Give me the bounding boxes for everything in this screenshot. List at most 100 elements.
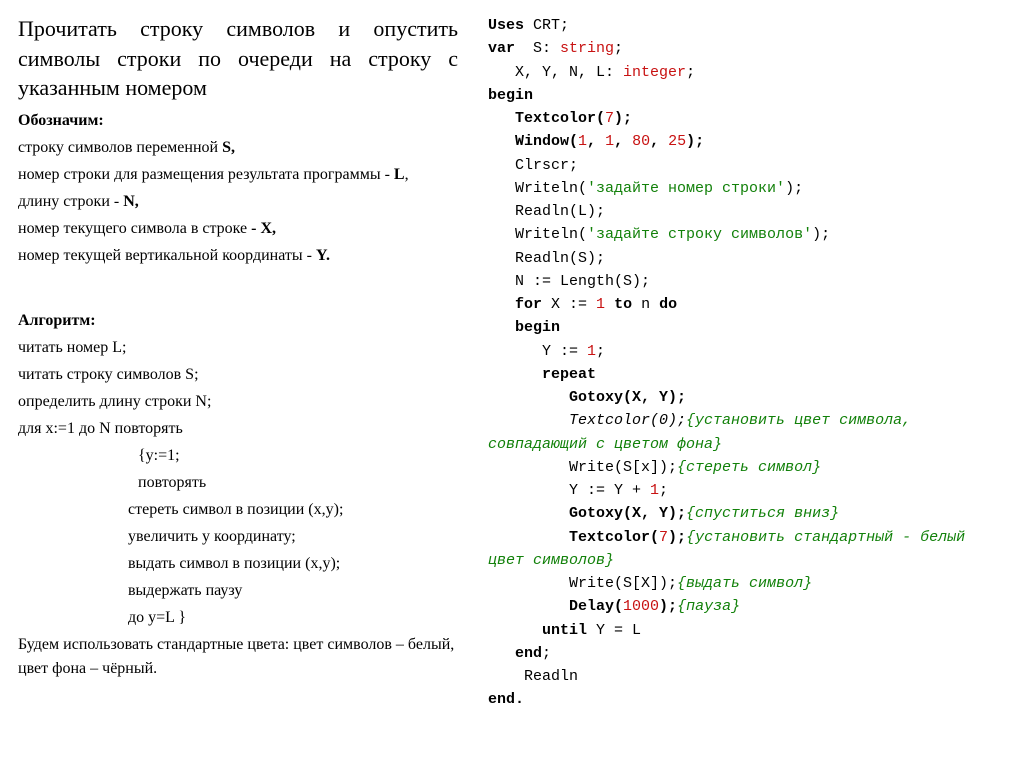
cmt3: {спуститься вниз} — [686, 505, 839, 522]
code-line: Y := Y + 1; — [488, 479, 1006, 502]
writesx2: Write(S[X]); — [488, 575, 677, 592]
closep6: ); — [659, 598, 677, 615]
closep5: ); — [668, 529, 686, 546]
sp5 — [488, 622, 542, 639]
code-line: Textcolor(0);{установить цвет символа, с… — [488, 409, 1006, 456]
code-line: var S: string; — [488, 37, 1006, 60]
alg-4: для x:=1 до N повторять — [18, 417, 458, 441]
kw-begin: begin — [488, 87, 533, 104]
alg-7: стереть символ в позиции (x,y); — [18, 498, 458, 522]
designate-heading: Обозначим: — [18, 109, 458, 133]
code-line: Clrscr; — [488, 154, 1006, 177]
cmt6: {пауза} — [677, 598, 740, 615]
code-line: Writeln('задайте строку символов'); — [488, 223, 1006, 246]
code-line: Readln(S); — [488, 247, 1006, 270]
cmt2: {стереть символ} — [677, 459, 821, 476]
code-line: Gotoxy(X, Y); — [488, 386, 1006, 409]
s-decl: S: — [515, 40, 560, 57]
d5b: Y. — [316, 247, 330, 264]
kw-repeat: repeat — [542, 366, 596, 383]
ndo: n — [632, 296, 659, 313]
n1: 1 — [578, 133, 587, 150]
kw-for: for — [515, 296, 542, 313]
code-line: Y := 1; — [488, 340, 1006, 363]
d4b: - X, — [251, 220, 276, 237]
designate-4: номер текущего символа в строке - X, — [18, 217, 458, 241]
textcolor7: Textcolor( — [488, 529, 659, 546]
num-7: 7 — [605, 110, 614, 127]
n1d: 1 — [587, 343, 596, 360]
textcolor-call: Textcolor( — [488, 110, 605, 127]
n1000: 1000 — [623, 598, 659, 615]
n80: 80 — [632, 133, 650, 150]
d1b: S, — [222, 139, 235, 156]
n1c: 1 — [596, 296, 605, 313]
semi5: ; — [542, 645, 551, 662]
code-line: begin — [488, 316, 1006, 339]
writeln2: Writeln( — [488, 226, 587, 243]
delay: Delay( — [488, 598, 623, 615]
kw-var: var — [488, 40, 515, 57]
yassign: Y := — [488, 343, 587, 360]
writeln1: Writeln( — [488, 180, 587, 197]
code-line: Textcolor(7);{установить стандартный - б… — [488, 526, 1006, 573]
code-line: end; — [488, 642, 1006, 665]
alg-6: повторять — [18, 471, 458, 495]
code-line: Writeln('задайте номер строки'); — [488, 177, 1006, 200]
code-block: Uses CRT; var S: string; X, Y, N, L: int… — [488, 14, 1006, 712]
code-line: Gotoxy(X, Y);{спуститься вниз} — [488, 502, 1006, 525]
kw-until: until — [542, 622, 587, 639]
algorithm-heading: Алгоритм: — [18, 309, 458, 333]
crt: CRT; — [524, 17, 569, 34]
n7b: 7 — [659, 529, 668, 546]
code-line: repeat — [488, 363, 1006, 386]
code-line: Readln(L); — [488, 200, 1006, 223]
d2a: номер строки для размещения результата п… — [18, 166, 394, 183]
closep4: ); — [812, 226, 830, 243]
code-line: Uses CRT; — [488, 14, 1006, 37]
code-line: X, Y, N, L: integer; — [488, 61, 1006, 84]
d4a: номер текущего символа в строке — [18, 220, 251, 237]
window-call: Window( — [488, 133, 578, 150]
code-line: N := Length(S); — [488, 270, 1006, 293]
writesx1: Write(S[x]); — [488, 459, 677, 476]
code-line: Delay(1000);{пауза} — [488, 595, 1006, 618]
footer-note: Будем использовать стандартные цвета: цв… — [18, 633, 458, 681]
semi2: ; — [686, 64, 695, 81]
kw-begin2: begin — [488, 319, 560, 336]
alg-3: определить длину строки N; — [18, 390, 458, 414]
untilcond: Y = L — [587, 622, 641, 639]
sp3 — [488, 366, 542, 383]
designate-5: номер текущей вертикальной координаты - … — [18, 244, 458, 268]
type-integer: integer — [623, 64, 686, 81]
code-line: begin — [488, 84, 1006, 107]
code-line: Window(1, 1, 80, 25); — [488, 130, 1006, 153]
d2b: L — [394, 166, 405, 183]
alg-8: увеличить y координату; — [18, 525, 458, 549]
alg-2: читать строку символов S; — [18, 363, 458, 387]
d5a: номер текущей вертикальной координаты - — [18, 247, 316, 264]
semi3: ; — [596, 343, 605, 360]
yinc: Y := Y + — [488, 482, 650, 499]
c2: , — [614, 133, 632, 150]
alg-11: до y=L } — [18, 606, 458, 630]
designate-1: строку символов переменной S, — [18, 136, 458, 160]
alg-5: {y:=1; — [18, 444, 458, 468]
closep2: ); — [686, 133, 704, 150]
semi: ; — [614, 40, 623, 57]
d3a: длину строки - — [18, 193, 123, 210]
kw-do: do — [659, 296, 677, 313]
str1: 'задайте номер строки' — [587, 180, 785, 197]
closep: ); — [614, 110, 632, 127]
code-line: Write(S[x]);{стереть символ} — [488, 456, 1006, 479]
gotoxy2: Gotoxy(X, Y); — [488, 505, 686, 522]
kw-to: to — [614, 296, 632, 313]
kw-uses: Uses — [488, 17, 524, 34]
designate-2: номер строки для размещения результата п… — [18, 163, 458, 187]
d2c: , — [405, 166, 409, 183]
kw-end1: end — [515, 645, 542, 662]
d3b: N, — [123, 193, 139, 210]
d1a: строку символов переменной — [18, 139, 222, 156]
code-line: until Y = L — [488, 619, 1006, 642]
code-line: Readln — [488, 665, 1006, 688]
